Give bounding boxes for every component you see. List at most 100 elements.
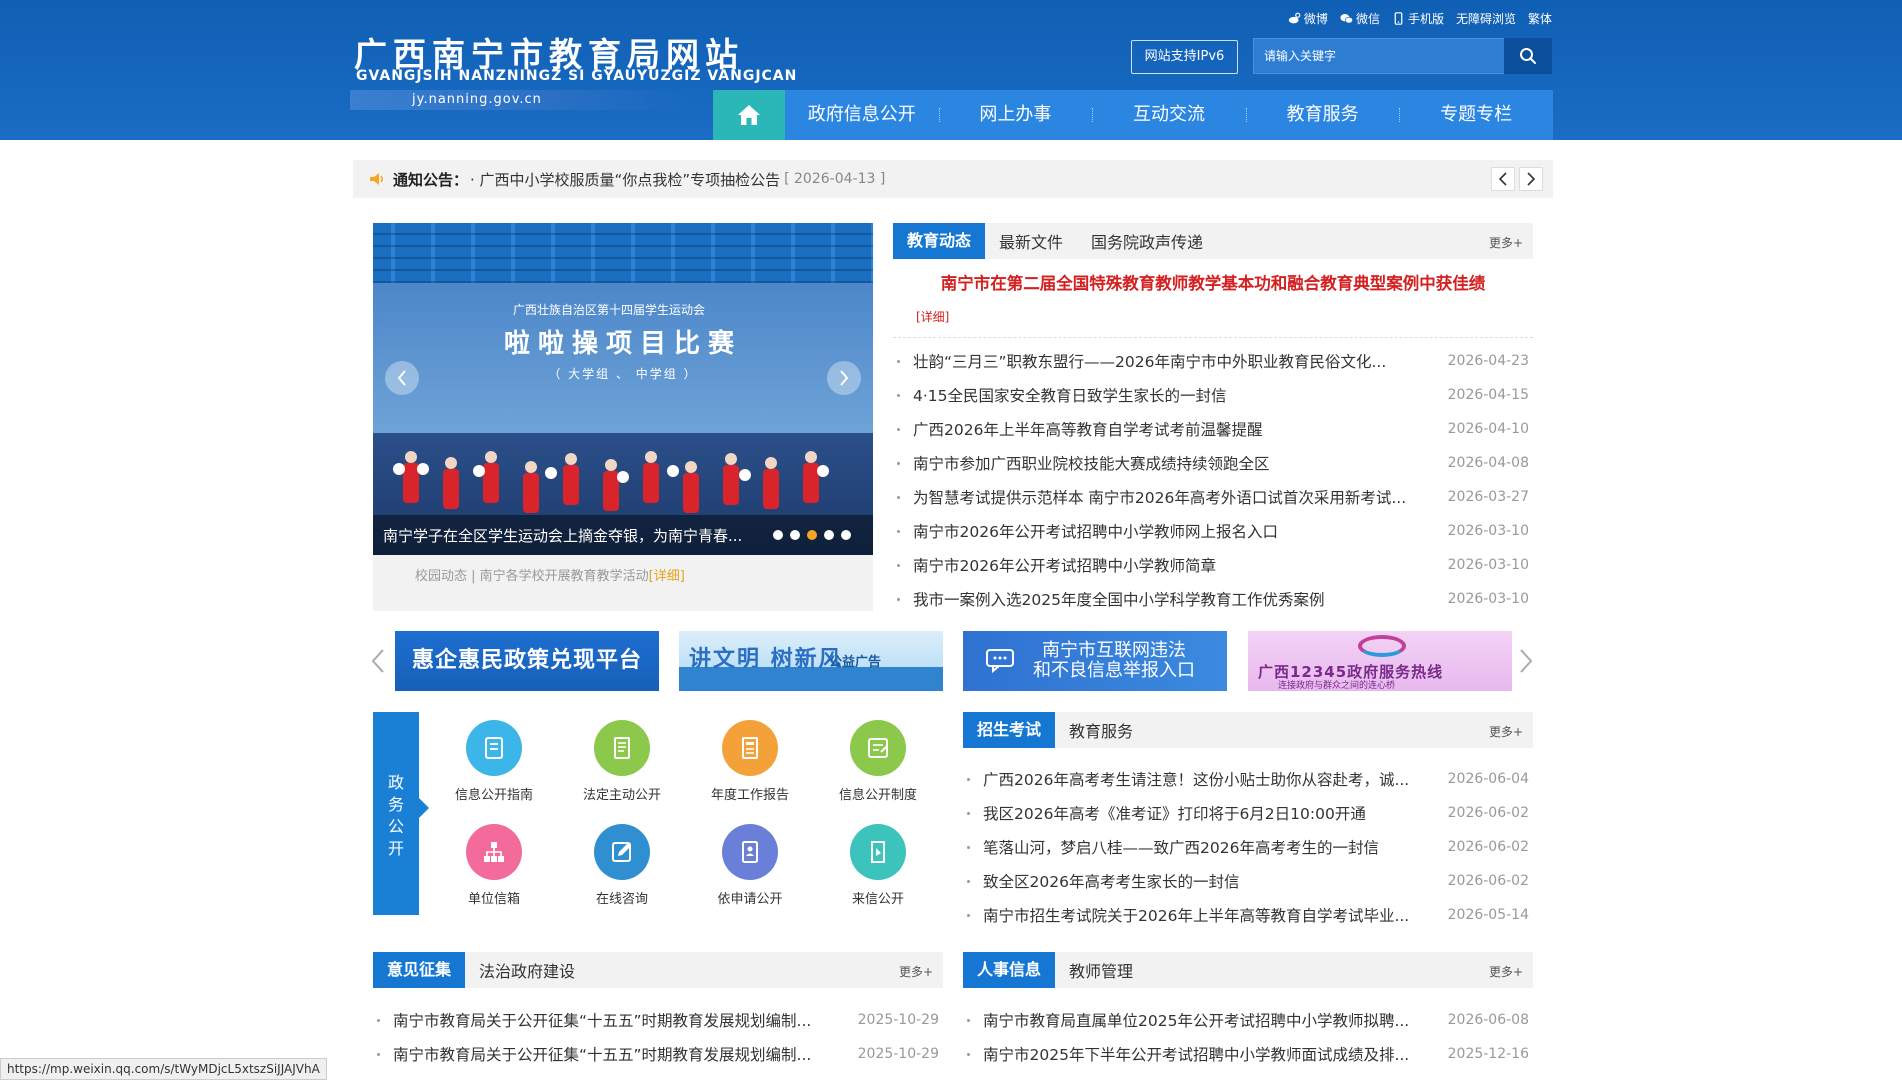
gov-item-letters[interactable]: 来信公开 (814, 816, 942, 907)
tab-personnel[interactable]: 人事信息 (963, 952, 1056, 988)
list-item[interactable]: 我区2026年高考《准考证》打印将于6月2日10:00开通 2026-06-02 (963, 796, 1529, 830)
slide-dot-active[interactable] (807, 530, 817, 540)
notice-arrows (1491, 167, 1543, 191)
rules-icon (850, 720, 906, 776)
list-item[interactable]: 南宁市参加广西职业院校技能大赛成绩持续领跑全区 2026-04-08 (893, 446, 1529, 480)
slide-dot[interactable] (773, 530, 783, 540)
banner-prev-button[interactable] (370, 648, 386, 678)
traditional-link[interactable]: 繁体 (1528, 10, 1552, 27)
opinion-more-link[interactable]: 更多+ (899, 963, 933, 980)
list-item[interactable]: 笔落山河，梦启八桂——致广西2026年高考考生的一封信 2026-06-02 (963, 830, 1529, 864)
list-item[interactable]: 壮韵“三月三”职教东盟行——2026年南宁市中外职业教育民俗文化... 2026-… (893, 344, 1529, 378)
gov-item-rules[interactable]: 信息公开制度 (814, 712, 942, 803)
tab-latest-docs[interactable]: 最新文件 (985, 229, 1077, 253)
slide-image-subtitle: （ 大学组 、 中学组 ） (548, 367, 698, 381)
gov-item-annual-report[interactable]: 年度工作报告 (686, 712, 814, 803)
list-item[interactable]: 南宁市教育局关于公开征集“十五五”时期教育发展规划编制... 2025-10-29 (373, 1037, 939, 1071)
gov-item-statutory[interactable]: 法定主动公开 (558, 712, 686, 803)
banner-next-button[interactable] (1518, 648, 1534, 678)
edu-news-headline[interactable]: 南宁市在第二届全国特殊教育教师教学基本功和融合教育典型案例中获佳绩 (893, 270, 1533, 294)
news-title: 笔落山河，梦启八桂——致广西2026年高考考生的一封信 (983, 839, 1379, 857)
notice-bar: 通知公告： · 广西中小学校服质量“你点我检”专项抽检公告 [ 2026-04-… (353, 160, 1553, 198)
gov-item-label: 信息公开制度 (838, 788, 917, 803)
mobile-label: 手机版 (1407, 12, 1444, 26)
notice-label: 通知公告： (393, 170, 469, 189)
personnel-more-link[interactable]: 更多+ (1489, 963, 1523, 980)
notice-link[interactable]: · 广西中小学校服质量“你点我检”专项抽检公告 (470, 169, 780, 190)
list-item[interactable]: 广西2026年上半年高等教育自学考试考前温馨提醒 2026-04-10 (893, 412, 1529, 446)
status-bar-url: https://mp.weixin.qq.com/s/tWyMDjcL5xtsz… (0, 1058, 327, 1080)
slide-prev-button[interactable] (385, 361, 419, 395)
slide-dot[interactable] (790, 530, 800, 540)
notice-prev-button[interactable] (1491, 167, 1515, 191)
list-item[interactable]: 我市一案例入选2025年度全国中小学科学教育工作优秀案例 2026-03-10 (893, 582, 1529, 616)
weibo-link[interactable]: 微博 (1288, 10, 1328, 27)
exam-more-link[interactable]: 更多+ (1489, 723, 1523, 740)
nav-gov-info[interactable]: 政府信息公开 (785, 90, 939, 140)
gov-item-mailbox[interactable]: 单位信箱 (430, 816, 558, 907)
nav-interaction[interactable]: 互动交流 (1092, 90, 1246, 140)
tab-admission-exam[interactable]: 招生考试 (963, 712, 1056, 748)
chevron-right-icon (840, 370, 849, 386)
list-item[interactable]: 南宁市教育局关于公开征集“十五五”时期教育发展规划编制... 2025-10-29 (373, 1003, 939, 1037)
banner-policy-platform[interactable]: 惠企惠民政策兑现平台 (395, 631, 659, 691)
banner-report-portal[interactable]: 南宁市互联网违法 和不良信息举报入口 (963, 631, 1227, 691)
nav-home[interactable] (713, 90, 785, 140)
search-icon (1520, 48, 1536, 64)
gov-item-label: 信息公开指南 (454, 788, 533, 803)
tab-teacher-management[interactable]: 教师管理 (1055, 958, 1147, 982)
nav-special-topics[interactable]: 专题专栏 (1399, 90, 1553, 140)
tab-edu-news[interactable]: 教育动态 (893, 223, 986, 259)
tab-opinion[interactable]: 意见征集 (373, 952, 466, 988)
slide-dot[interactable] (841, 530, 851, 540)
list-item[interactable]: 4·15全民国家安全教育日致学生家长的一封信 2026-04-15 (893, 378, 1529, 412)
slide-caption[interactable]: 南宁学子在全区学生运动会上摘金夺银，为南宁青春... (383, 525, 763, 546)
gov-item-application[interactable]: 依申请公开 (686, 816, 814, 907)
news-title: 南宁市教育局关于公开征集“十五五”时期教育发展规划编制... (393, 1012, 812, 1030)
list-item[interactable]: 南宁市2026年公开考试招聘中小学教师简章 2026-03-10 (893, 548, 1529, 582)
mobile-link[interactable]: 手机版 (1392, 10, 1444, 27)
list-item[interactable]: 南宁市2025年下半年公开考试招聘中小学教师面试成绩及排... 2025-12-1… (963, 1037, 1529, 1071)
list-item[interactable]: 广西2026年高考考生请注意！这份小贴士助你从容赴考，诚... 2026-06-0… (963, 762, 1529, 796)
home-icon (738, 105, 760, 125)
personnel-head: 人事信息 教师管理 更多+ (963, 952, 1533, 988)
list-item[interactable]: 南宁市2026年公开考试招聘中小学教师网上报名入口 2026-03-10 (893, 514, 1529, 548)
list-item[interactable]: 致全区2026年高考考生家长的一封信 2026-06-02 (963, 864, 1529, 898)
tab-state-council[interactable]: 国务院政声传递 (1077, 229, 1217, 253)
gov-item-consult[interactable]: 在线咨询 (558, 816, 686, 907)
search-button[interactable] (1504, 38, 1552, 74)
nav-online-service[interactable]: 网上办事 (938, 90, 1093, 140)
tab-rule-of-law[interactable]: 法治政府建设 (465, 958, 589, 982)
banner-report-line2: 和不良信息举报入口 (1033, 660, 1195, 681)
news-title: 南宁市参加广西职业院校技能大赛成绩持续领跑全区 (913, 455, 1270, 473)
news-title: 4·15全民国家安全教育日致学生家长的一封信 (913, 387, 1227, 405)
slider-footer-more[interactable]: [详细] (649, 569, 685, 584)
banner-hotline-sub: 连接政府与群众之间的连心桥 (1278, 681, 1396, 691)
wechat-link[interactable]: 微信 (1340, 10, 1380, 27)
gov-item-guide[interactable]: 信息公开指南 (430, 712, 558, 803)
banner-policy-platform-label: 惠企惠民政策兑现平台 (411, 648, 642, 673)
chevron-right-icon (1520, 649, 1533, 673)
list-item[interactable]: 南宁市招生考试院关于2026年上半年高等教育自学考试毕业... 2026-05-1… (963, 898, 1529, 932)
nav-edu-service[interactable]: 教育服务 (1245, 90, 1400, 140)
chevron-right-icon (1527, 172, 1536, 186)
banner-civility-ad[interactable]: 讲文明 树新风 公益广告 (679, 631, 943, 691)
banner-12345-hotline[interactable]: 广西12345政府服务热线 连接政府与群众之间的连心桥 (1248, 631, 1512, 691)
site-logo[interactable]: 广西南宁市教育局网站 GVANGJSIH NANZNINGZ SI GYAUYU… (350, 24, 796, 116)
slide-image-screen: 广西壮族自治区第十四届学生运动会 啦啦操项目比赛 （ 大学组 、 中学组 ） (373, 283, 873, 433)
hotline-logo-icon (1358, 635, 1406, 657)
notice-next-button[interactable] (1519, 167, 1543, 191)
search-input[interactable] (1254, 39, 1504, 73)
list-item[interactable]: 南宁市教育局直属单位2025年公开考试招聘中小学教师拟聘... 2026-06-0… (963, 1003, 1529, 1037)
accessibility-link[interactable]: 无障碍浏览 (1456, 10, 1516, 27)
slide-dot[interactable] (824, 530, 834, 540)
news-date: 2025-10-29 (857, 1012, 939, 1028)
slide-next-button[interactable] (827, 361, 861, 395)
slider-footer-text[interactable]: 校园动态 | 南宁各学校开展教育教学活动 (415, 569, 649, 584)
photo-slider[interactable]: 广西壮族自治区第十四届学生运动会 啦啦操项目比赛 （ 大学组 、 中学组 ） 南… (373, 223, 873, 555)
tab-edu-service[interactable]: 教育服务 (1055, 718, 1147, 742)
guide-icon (466, 720, 522, 776)
edu-news-more-link[interactable]: 更多+ (1489, 234, 1523, 251)
list-item[interactable]: 为智慧考试提供示范样本 南宁市2026年高考外语口试首次采用新考试... 2026… (893, 480, 1529, 514)
edu-news-headline-more[interactable]: [详细] (916, 308, 949, 325)
